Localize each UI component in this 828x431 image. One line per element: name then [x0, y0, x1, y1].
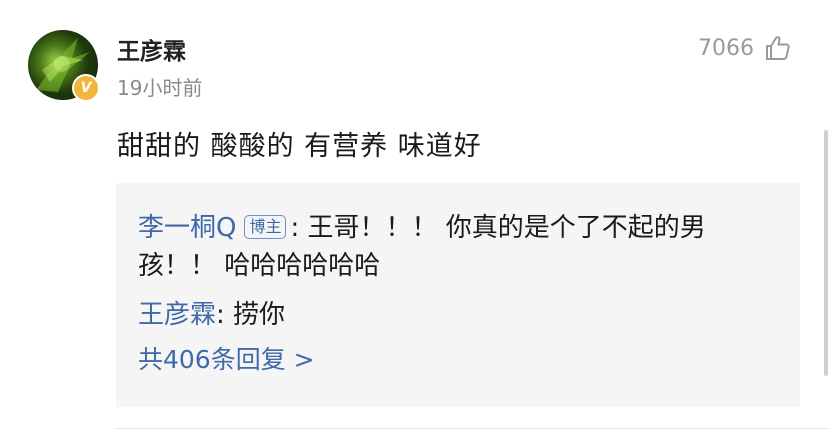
reply-item: 李一桐Q 博主: 王哥！！！ 你真的是个了不起的男孩！！ 哈哈哈哈哈哈 [138, 209, 778, 285]
reply-username[interactable]: 王彦霖 [138, 300, 216, 330]
verified-icon: V [72, 74, 100, 102]
comment-content: 甜甜的 酸酸的 有营养 味道好 [117, 131, 482, 162]
comment-item: V 王彦霖 19小时前 7066 甜甜的 酸酸的 有营养 味道好 李一桐Q 博主:… [0, 0, 828, 431]
comment-time: 19小时前 [117, 76, 203, 100]
like-count: 7066 [698, 35, 754, 61]
reply-separator: : [290, 213, 308, 243]
comment-username[interactable]: 王彦霖 [117, 32, 186, 66]
reply-item: 王彦霖: 捞你 [138, 296, 778, 334]
reply-text: 捞你 [233, 300, 286, 330]
like-button[interactable]: 7066 [698, 34, 792, 62]
reply-username[interactable]: 李一桐Q [138, 213, 236, 243]
divider [116, 428, 828, 429]
author-badge: 博主 [244, 215, 287, 239]
avatar[interactable]: V [28, 30, 100, 102]
replies-box[interactable]: 李一桐Q 博主: 王哥！！！ 你真的是个了不起的男孩！！ 哈哈哈哈哈哈 王彦霖: … [116, 183, 800, 407]
thumbs-up-icon [766, 36, 790, 60]
view-all-replies-link[interactable]: 共406条回复 > [138, 342, 778, 378]
reply-separator: : [216, 300, 234, 330]
scrollbar[interactable] [824, 130, 828, 376]
